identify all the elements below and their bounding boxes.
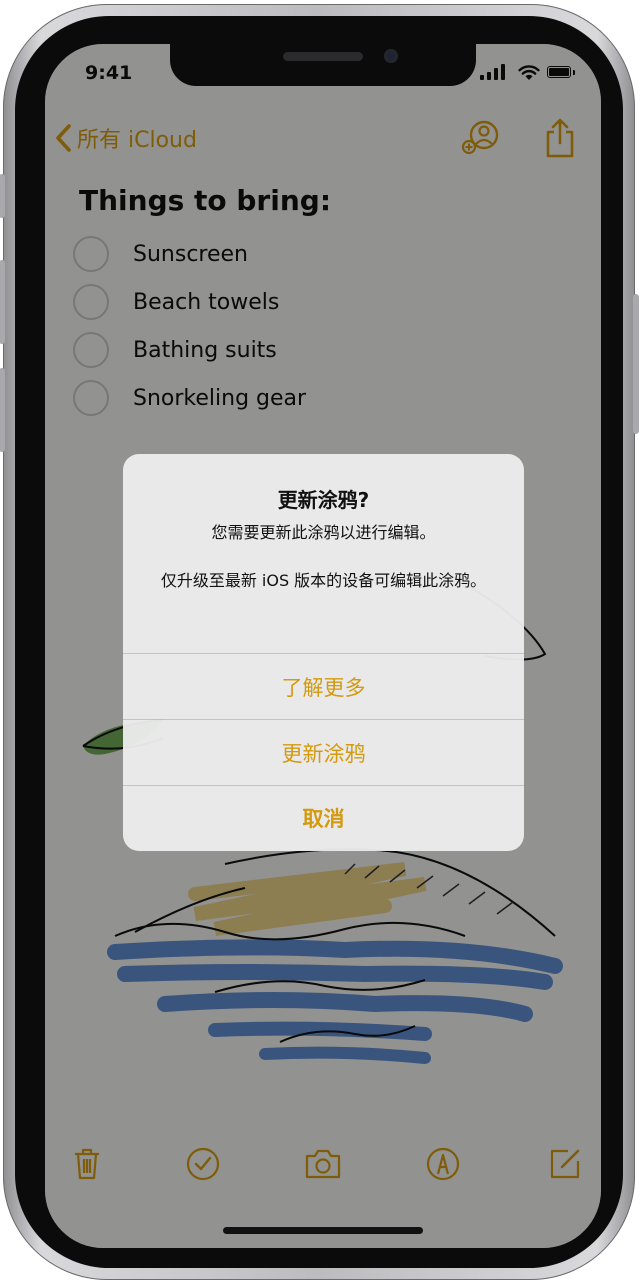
alert-title: 更新涂鸦?	[277, 488, 370, 512]
alert-header: 更新涂鸦? 您需要更新此涂鸦以进行编辑。 仅升级至最新 iOS 版本的设备可编辑…	[123, 454, 524, 653]
side-button-volume-up	[0, 260, 5, 344]
notch	[170, 44, 476, 86]
home-indicator[interactable]	[223, 1227, 423, 1234]
update-sketch-alert: 更新涂鸦? 您需要更新此涂鸦以进行编辑。 仅升级至最新 iOS 版本的设备可编辑…	[123, 454, 524, 851]
phone-screen: 9:41 所有 iCloud Things to bring: Sunscree…	[45, 44, 601, 1248]
alert-message: 您需要更新此涂鸦以进行编辑。	[211, 523, 436, 542]
side-button-volume-down	[0, 368, 5, 452]
learn-more-button[interactable]: 了解更多	[123, 653, 524, 719]
cancel-button[interactable]: 取消	[123, 785, 524, 850]
side-button-power	[633, 294, 639, 434]
side-button-mute	[0, 174, 5, 218]
front-camera	[384, 49, 398, 63]
alert-message-detail: 仅升级至最新 iOS 版本的设备可编辑此涂鸦。	[160, 571, 487, 590]
speaker-grille	[283, 52, 363, 61]
update-sketch-button[interactable]: 更新涂鸦	[123, 719, 524, 785]
phone-frame: 9:41 所有 iCloud Things to bring: Sunscree…	[0, 4, 639, 1280]
